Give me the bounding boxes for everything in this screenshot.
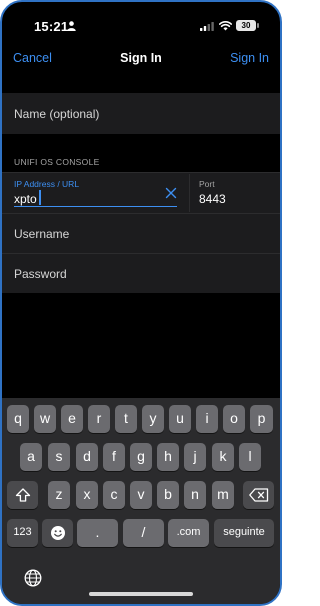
key-i[interactable]: i [196,405,218,433]
key-j[interactable]: j [184,443,206,471]
key-w[interactable]: w [34,405,56,433]
dotcom-key[interactable]: .com [168,519,209,547]
password-placeholder: Password [14,267,67,281]
name-field[interactable]: Name (optional) [2,93,280,134]
key-y[interactable]: y [142,405,164,433]
key-g[interactable]: g [130,443,152,471]
status-time: 15:21 [34,19,69,34]
key-e[interactable]: e [61,405,83,433]
divider [2,213,280,214]
divider [2,253,280,254]
section-header: UNIFI OS CONSOLE [14,157,100,167]
phone-frame: 15:21 30 Sign In Cancel Sign In Name (op… [0,0,282,606]
key-m[interactable]: m [212,481,234,509]
vertical-divider [189,174,190,212]
key-b[interactable]: b [157,481,179,509]
key-v[interactable]: v [130,481,152,509]
globe-icon[interactable] [24,569,42,587]
wifi-icon [219,21,232,31]
key-s[interactable]: s [48,443,70,471]
slash-key[interactable]: / [123,519,164,547]
clear-icon[interactable] [165,187,177,199]
key-p[interactable]: p [250,405,273,433]
home-indicator[interactable] [89,592,193,596]
cancel-button[interactable]: Cancel [13,51,52,65]
key-f[interactable]: f [103,443,125,471]
key-x[interactable]: x [76,481,98,509]
emoji-icon [50,526,65,540]
navigation-bar: Sign In Cancel Sign In [2,46,280,72]
password-field[interactable]: Password [2,253,280,293]
signal-icon [200,22,214,31]
delete-key[interactable] [243,481,274,509]
battery-tip [257,23,259,28]
ip-address-underline [14,206,177,207]
divider [2,172,280,173]
key-u[interactable]: u [169,405,191,433]
sign-in-button[interactable]: Sign In [230,51,269,65]
emoji-key[interactable] [42,519,73,547]
key-c[interactable]: c [103,481,125,509]
shift-icon [15,488,30,502]
ip-address-input[interactable]: xpto [14,192,37,206]
delete-icon [248,488,268,502]
ip-address-label: IP Address / URL [14,179,80,189]
key-q[interactable]: q [7,405,29,433]
username-placeholder: Username [14,227,70,241]
key-d[interactable]: d [76,443,98,471]
key-t[interactable]: t [115,405,137,433]
return-key[interactable]: seguinte [214,519,274,547]
key-z[interactable]: z [48,481,70,509]
dot-key[interactable]: . [77,519,118,547]
person-icon [67,21,76,31]
key-a[interactable]: a [20,443,42,471]
battery-icon: 30 [236,20,256,31]
numbers-key[interactable]: 123 [7,519,38,547]
username-field[interactable]: Username [2,213,280,253]
text-caret [39,190,41,205]
key-h[interactable]: h [157,443,179,471]
name-placeholder: Name (optional) [14,107,100,121]
status-bar: 15:21 30 [2,2,280,46]
key-o[interactable]: o [223,405,245,433]
key-l[interactable]: l [239,443,261,471]
port-input[interactable]: 8443 [199,192,226,206]
port-label: Port [199,179,215,189]
key-k[interactable]: k [212,443,234,471]
shift-key[interactable] [7,481,38,509]
key-n[interactable]: n [184,481,206,509]
key-r[interactable]: r [88,405,110,433]
